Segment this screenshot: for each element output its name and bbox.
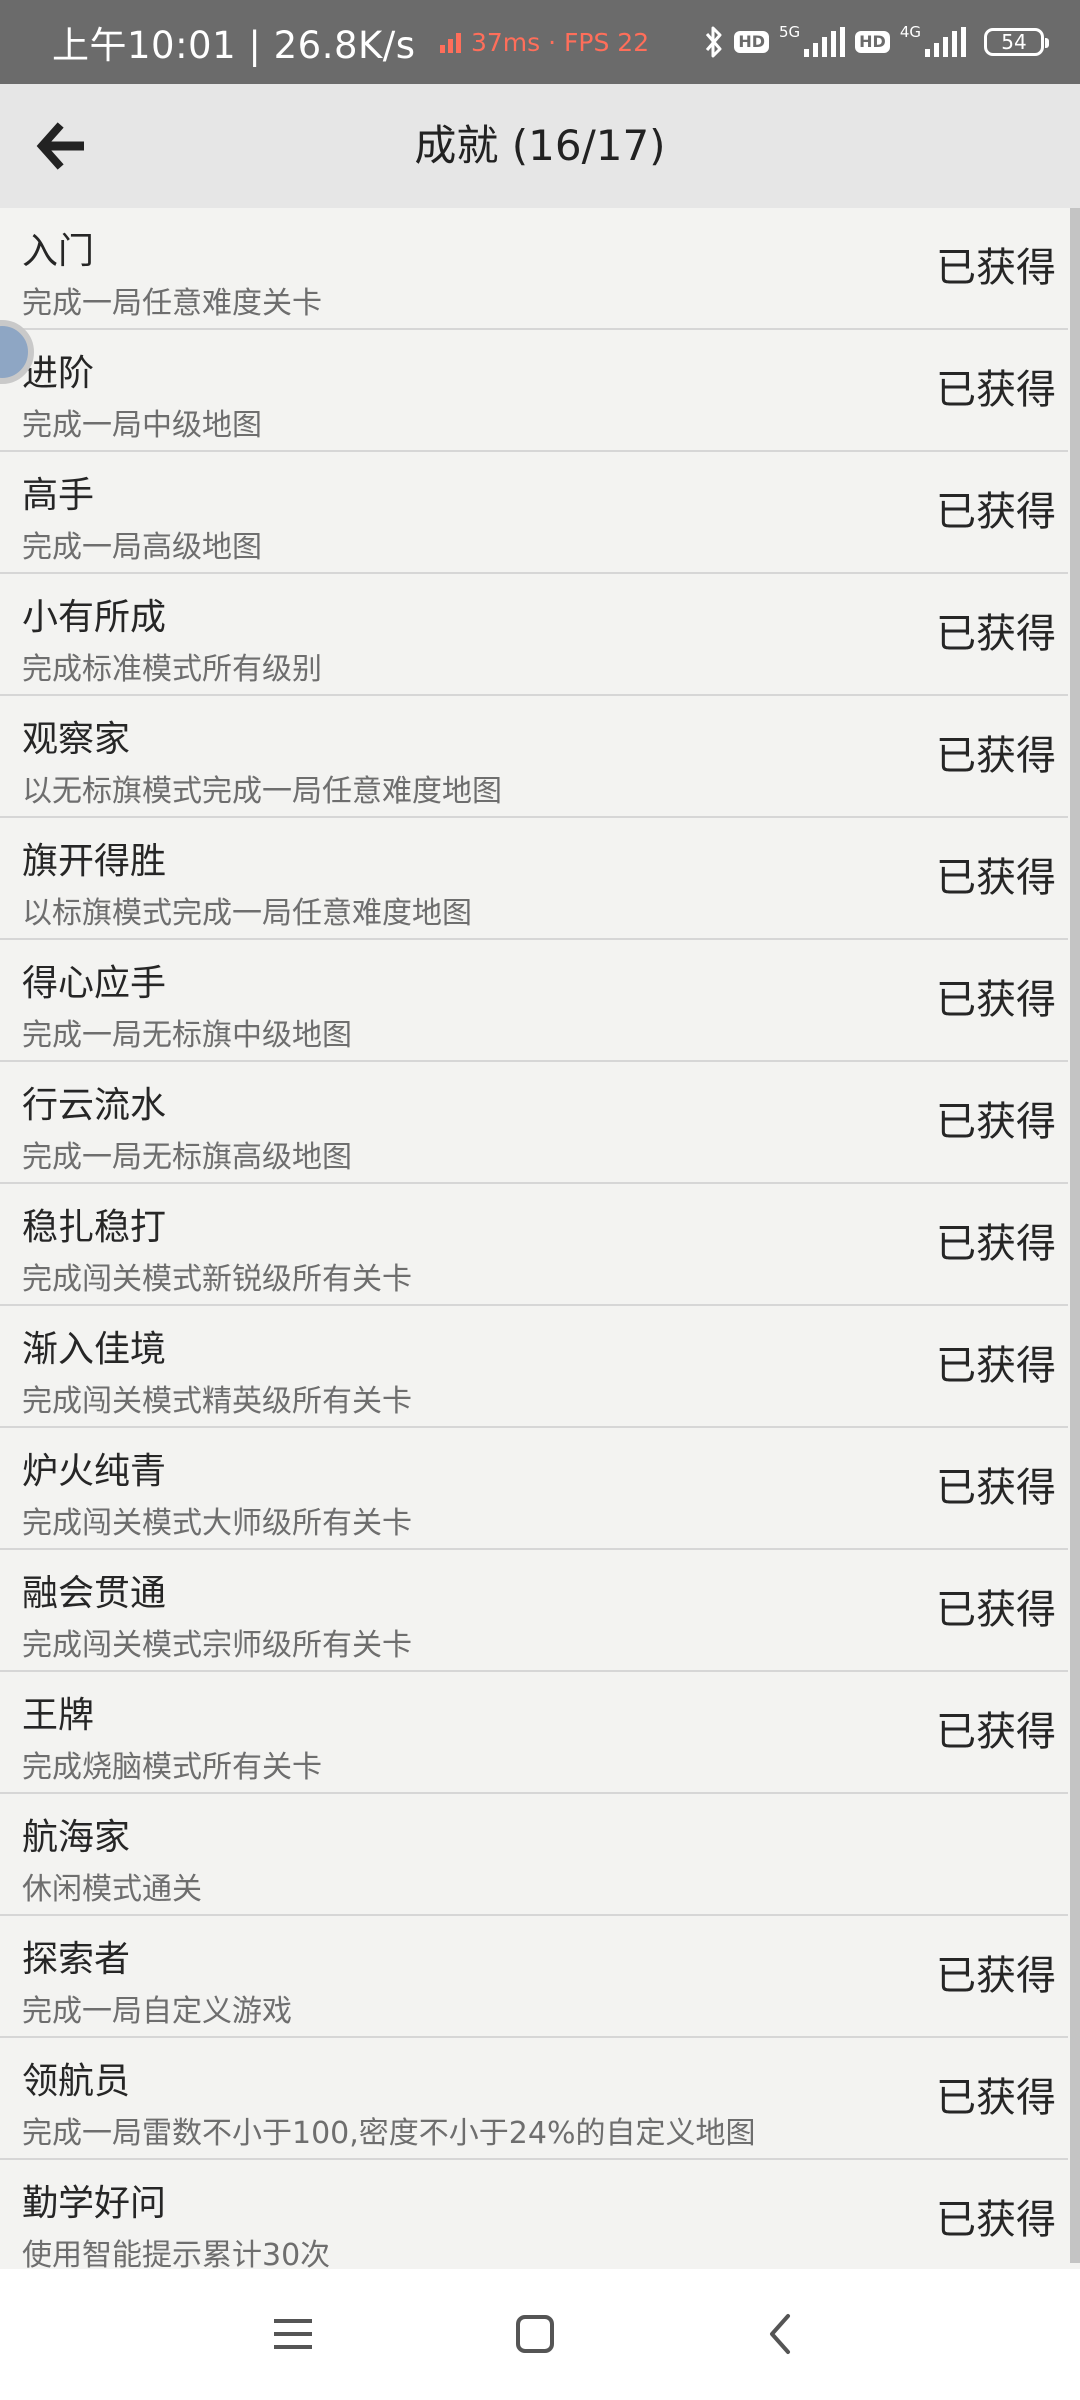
net-4g-label: 4G: [899, 23, 921, 41]
achievement-status: 已获得: [936, 733, 1056, 779]
bluetooth-icon: [706, 26, 722, 58]
app-root: 上午10:01 | 26.8K/s 37ms · FPS 22 HD 5G HD…: [0, 0, 1080, 2400]
achievement-row[interactable]: 行云流水完成一局无标旗高级地图 已获得: [0, 1062, 1068, 1184]
hd-badge-2: HD: [855, 31, 890, 53]
app-header: 成就 (16/17): [0, 84, 1080, 208]
achievement-description: 完成一局中级地图: [22, 408, 262, 443]
achievement-description: 休闲模式通关: [22, 1872, 202, 1907]
menu-icon: [274, 2319, 312, 2349]
achievement-description: 完成一局自定义游戏: [22, 1994, 292, 2029]
achievement-status: 已获得: [936, 1587, 1056, 1633]
signal-5g-icon: [804, 27, 846, 57]
achievement-row[interactable]: 勤学好问使用智能提示累计30次 已获得: [0, 2160, 1068, 2269]
achievement-status: 已获得: [936, 1465, 1056, 1511]
achievement-description: 完成一局任意难度关卡: [22, 286, 322, 321]
achievement-status: 已获得: [936, 977, 1056, 1023]
battery-level: 54: [1001, 30, 1027, 54]
achievement-list[interactable]: 入门 完成一局任意难度关卡 已获得 进阶 完成一局中级地图 已获得 高手 完成一局高级地图 已获…: [0, 208, 1068, 2269]
achievement-row[interactable]: 得心应手完成一局无标旗中级地图 已获得: [0, 940, 1068, 1062]
net-5g-label: 5G: [778, 23, 801, 41]
achievement-title: 观察家: [22, 719, 131, 760]
achievement-description: 以无标旗模式完成一局任意难度地图: [22, 774, 502, 809]
achievement-row[interactable]: 王牌完成烧脑模式所有关卡 已获得: [0, 1672, 1068, 1794]
status-icons: HD 5G HD 4G 54: [704, 0, 1049, 84]
achievement-description: 使用智能提示累计30次: [22, 2238, 331, 2269]
achievement-title: 探索者: [22, 1939, 131, 1980]
hd-badge-1: HD: [734, 31, 769, 53]
achievement-status: 已获得: [936, 1221, 1056, 1267]
achievement-title: 领航员: [22, 2061, 131, 2102]
achievement-title: 稳扎稳打: [22, 1207, 167, 1248]
achievement-description: 完成闯关模式精英级所有关卡: [22, 1384, 412, 1419]
perf-text: 37ms · FPS 22: [471, 27, 650, 57]
achievement-row[interactable]: 入门完成一局任意难度关卡 已获得: [0, 208, 1068, 330]
achievement-title: 旗开得胜: [22, 841, 167, 882]
page-title: 成就 (16/17): [414, 121, 666, 170]
achievement-title: 勤学好问: [22, 2183, 167, 2224]
achievement-row[interactable]: 融会贯通完成闯关模式宗师级所有关卡 已获得: [0, 1550, 1068, 1672]
achievement-status: 已获得: [936, 1343, 1056, 1389]
achievement-description: 完成闯关模式宗师级所有关卡: [22, 1628, 412, 1663]
achievement-status: 已获得: [936, 367, 1056, 413]
achievement-description: 完成标准模式所有级别: [22, 652, 322, 687]
achievement-description: 完成烧脑模式所有关卡: [22, 1750, 322, 1785]
achievement-title: 小有所成: [22, 597, 167, 638]
achievement-title: 得心应手: [22, 963, 167, 1004]
achievement-status: 已获得: [936, 1953, 1056, 1999]
achievement-title: 炉火纯青: [22, 1451, 167, 1492]
achievement-row[interactable]: 航海家 休闲模式通关: [0, 1794, 1068, 1916]
status-time-speed: 上午10:01 | 26.8K/s: [52, 24, 416, 67]
achievement-status: 已获得: [936, 245, 1056, 291]
achievement-title: 航海家: [22, 1817, 131, 1858]
perf-signal-icon: [440, 31, 461, 53]
achievement-row[interactable]: 小有所成完成标准模式所有级别 已获得: [0, 574, 1068, 696]
achievement-row[interactable]: 领航员完成一局雷数不小于100,密度不小于24%的自定义地图 已获得: [0, 2038, 1068, 2160]
nav-back-button[interactable]: [746, 2299, 816, 2369]
achievement-status: 已获得: [936, 855, 1056, 901]
navigation-bar: [0, 2269, 1080, 2400]
achievement-description: 完成一局雷数不小于100,密度不小于24%的自定义地图: [22, 2116, 756, 2151]
achievement-title: 渐入佳境: [22, 1329, 167, 1370]
achievement-description: 完成一局无标旗中级地图: [22, 1018, 352, 1053]
home-square-icon: [516, 2315, 554, 2353]
achievement-title: 行云流水: [22, 1085, 167, 1126]
achievement-row[interactable]: 稳扎稳打完成闯关模式新锐级所有关卡 已获得: [0, 1184, 1068, 1306]
achievement-description: 完成闯关模式新锐级所有关卡: [22, 1262, 412, 1297]
signal-4g-icon: [925, 27, 966, 57]
achievement-description: 完成一局高级地图: [22, 530, 262, 565]
scrollbar-thumb[interactable]: [1070, 208, 1080, 2263]
achievement-description: 完成一局无标旗高级地图: [22, 1140, 352, 1175]
status-bar: 上午10:01 | 26.8K/s 37ms · FPS 22 HD 5G HD…: [0, 0, 1080, 84]
achievement-row[interactable]: 渐入佳境完成闯关模式精英级所有关卡 已获得: [0, 1306, 1068, 1428]
achievement-status: 已获得: [936, 2197, 1056, 2243]
achievement-row[interactable]: 观察家以无标旗模式完成一局任意难度地图 已获得: [0, 696, 1068, 818]
perf-indicator: 37ms · FPS 22: [440, 0, 649, 84]
achievement-title: 入门: [22, 231, 95, 272]
nav-home-button[interactable]: [500, 2299, 570, 2369]
achievement-title: 融会贯通: [22, 1573, 167, 1614]
achievement-row[interactable]: 高手完成一局高级地图 已获得: [0, 452, 1068, 574]
achievement-status: 已获得: [936, 489, 1056, 535]
nav-menu-button[interactable]: [258, 2299, 328, 2369]
battery-icon: 54: [984, 28, 1049, 56]
achievement-row[interactable]: 探索者完成一局自定义游戏 已获得: [0, 1916, 1068, 2038]
achievement-row[interactable]: 进阶 完成一局中级地图 已获得: [0, 330, 1068, 452]
achievement-row[interactable]: 炉火纯青完成闯关模式大师级所有关卡 已获得: [0, 1428, 1068, 1550]
achievement-row[interactable]: 旗开得胜以标旗模式完成一局任意难度地图 已获得: [0, 818, 1068, 940]
achievement-description: 以标旗模式完成一局任意难度地图: [22, 896, 472, 931]
achievement-title: 高手: [22, 475, 95, 516]
achievement-status: 已获得: [936, 611, 1056, 657]
back-chevron-icon: [770, 2314, 790, 2354]
achievement-status: 已获得: [936, 2075, 1056, 2121]
achievement-description: 完成闯关模式大师级所有关卡: [22, 1506, 412, 1541]
achievement-status: 已获得: [936, 1709, 1056, 1755]
achievement-title: 王牌: [22, 1695, 95, 1736]
achievement-status: 已获得: [936, 1099, 1056, 1145]
